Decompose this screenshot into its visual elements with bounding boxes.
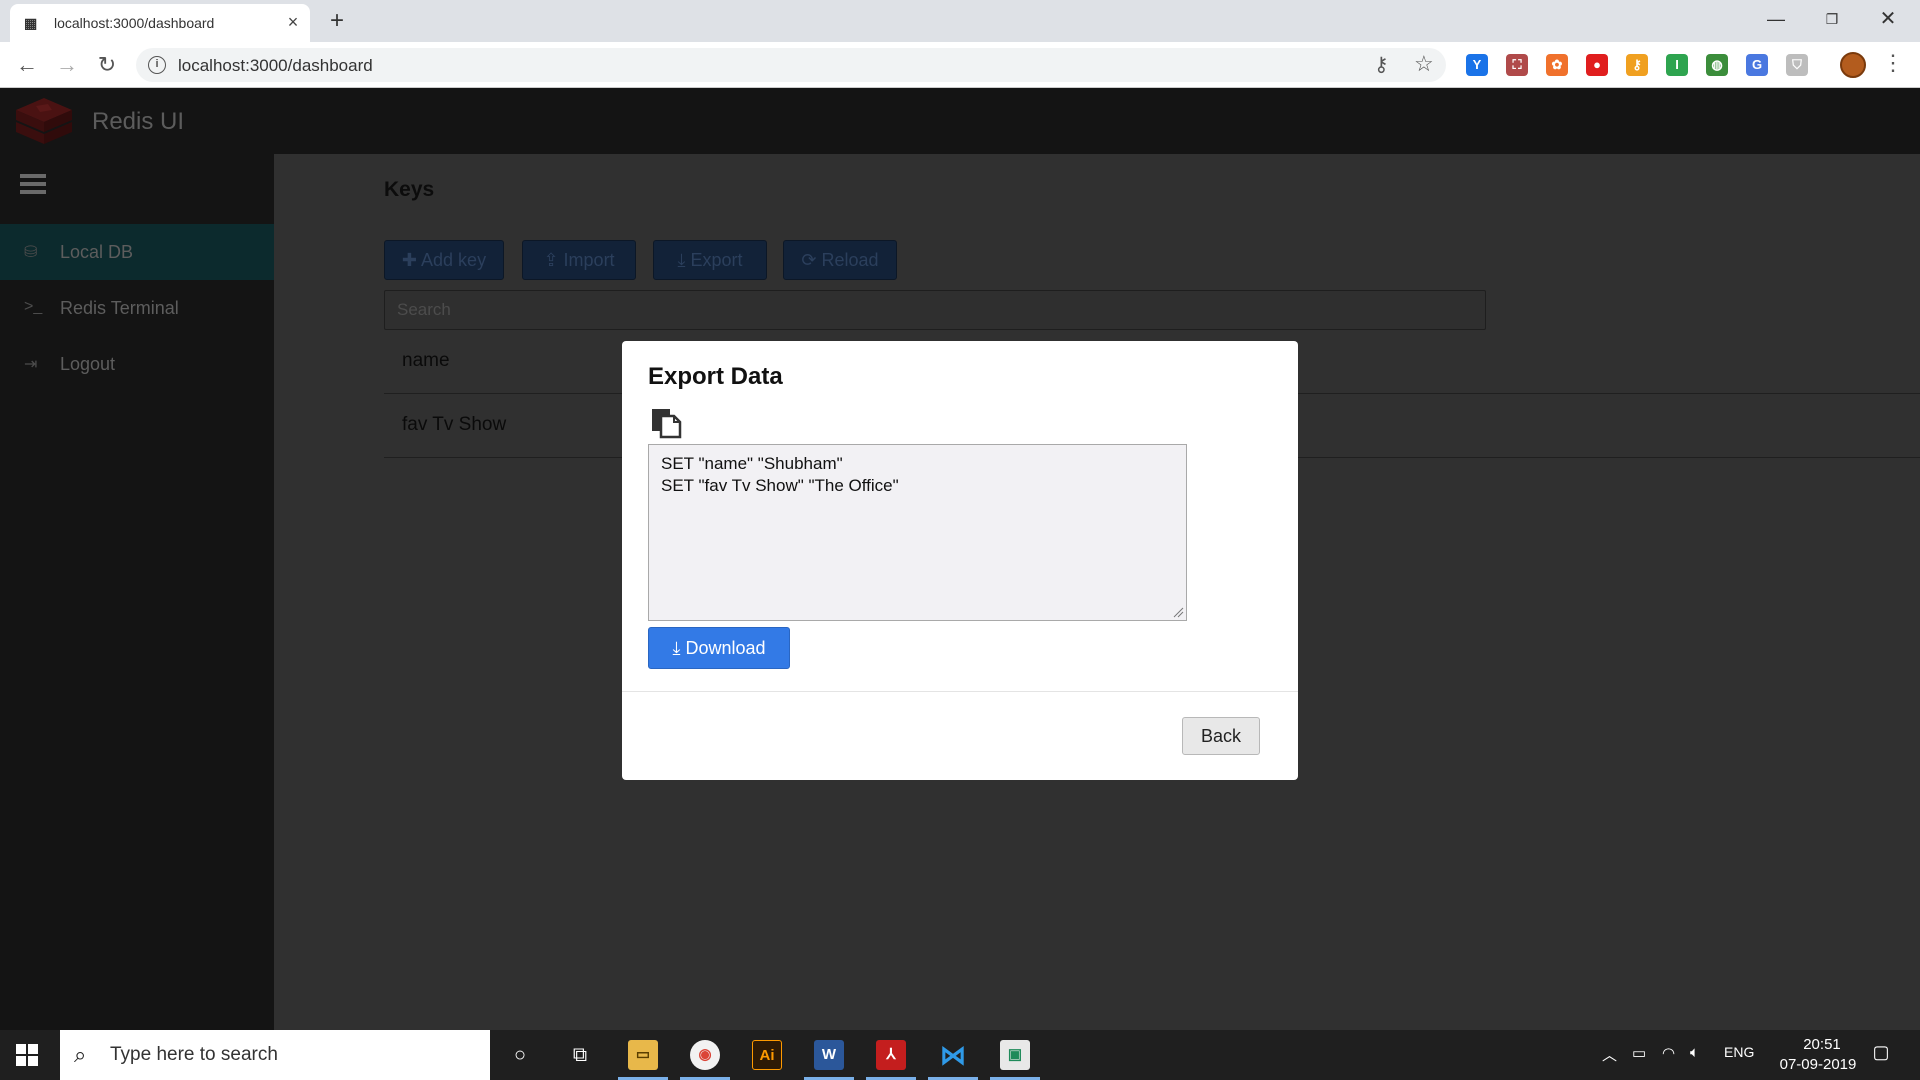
add-key-label: Add key [421,250,487,270]
browser-tab-strip: ▦ localhost:3000/dashboard × + — ❐ ✕ [0,0,1920,42]
redis-logo-icon [16,98,72,144]
word-icon[interactable]: W [814,1040,844,1070]
windows-taskbar: ⌕ Type here to search ○ ⧉ ▭ ◉ Ai W ⅄ ⋈ ▣… [0,1030,1920,1080]
file-explorer-icon[interactable]: ▭ [628,1040,658,1070]
extension-y-icon[interactable]: Y [1466,54,1488,76]
wifi-icon[interactable]: ◠ [1662,1044,1675,1062]
tab-close-icon[interactable]: × [282,11,304,33]
acrobat-icon[interactable]: ⅄ [876,1040,906,1070]
reload-label: Reload [821,250,879,270]
volume-icon[interactable]: 🔈︎ [1690,1044,1699,1061]
url-text[interactable]: localhost:3000/dashboard [178,56,373,76]
extension-orange-icon[interactable]: ✿ [1546,54,1568,76]
profile-avatar[interactable] [1840,52,1866,78]
resize-grip-icon[interactable] [1172,606,1184,618]
copy-clipboard-icon[interactable] [650,407,682,439]
sidebar-item-label: Logout [60,354,116,374]
extension-red-icon[interactable]: ● [1586,54,1608,76]
export-label: Export [690,250,743,270]
task-view-icon[interactable]: ⧉ [560,1038,600,1072]
logout-icon: ⇥ [24,356,38,373]
browser-toolbar: ← → ↻ i localhost:3000/dashboard ⚷ ☆ ⋮ Y… [0,42,1920,88]
minimize-window-button[interactable]: — [1748,0,1804,38]
terminal-icon: >_ [24,298,43,315]
download-icon: ⤓ [672,638,681,658]
forward-arrow-icon[interactable]: → [52,50,82,80]
export-button[interactable]: ⤓ Export [653,240,767,280]
password-key-icon[interactable]: ⚷ [1374,52,1389,77]
address-bar[interactable]: i localhost:3000/dashboard ⚷ ☆ [136,48,1446,82]
sidebar-item-logout[interactable]: ⇥ Logout [0,336,274,392]
browser-menu-icon[interactable]: ⋮ [1882,50,1904,76]
upload-icon: ⇪ [543,250,559,270]
search-icon: ⌕ [74,1042,87,1067]
bookmark-star-icon[interactable]: ☆ [1414,51,1434,77]
language-indicator[interactable]: ENG [1724,1044,1754,1060]
add-key-button[interactable]: ✚ Add key [384,240,504,280]
restore-window-button[interactable]: ❐ [1804,0,1860,38]
vscode-icon[interactable]: ⋈ [938,1040,968,1070]
battery-icon[interactable]: ▭ [1632,1044,1646,1062]
tab-title: localhost:3000/dashboard [54,15,215,31]
extension-shield-icon[interactable]: ⛉ [1786,54,1808,76]
clock-time[interactable]: 20:51 [1790,1036,1854,1053]
illustrator-icon[interactable]: Ai [752,1040,782,1070]
reload-button[interactable]: ⟳ Reload [783,240,897,280]
clock-date[interactable]: 07-09-2019 [1768,1056,1868,1073]
browser-tab[interactable]: ▦ localhost:3000/dashboard × [10,4,310,42]
hamburger-menu-icon[interactable] [20,174,46,194]
taskbar-search-box[interactable]: ⌕ Type here to search [60,1030,490,1080]
notification-icon[interactable]: ▢ [1868,1042,1894,1068]
refresh-icon: ⟳ [801,250,817,270]
download-button[interactable]: ⤓ Download [648,627,790,669]
taskbar-search-placeholder: Type here to search [110,1044,278,1065]
back-button[interactable]: Back [1182,717,1260,755]
extension-green-icon[interactable]: I [1666,54,1688,76]
sidebar: ⛁ Local DB >_ Redis Terminal ⇥ Logout [0,154,274,1030]
export-data-modal: Export Data SET "name" "Shubham" SET "fa… [622,341,1298,780]
new-tab-button[interactable]: + [322,8,352,34]
sidebar-item-label: Local DB [60,242,134,262]
extension-pdf-icon[interactable]: ⛶ [1506,54,1528,76]
tab-favicon-icon: ▦ [24,15,38,31]
plus-icon: ✚ [401,250,418,270]
close-window-button[interactable]: ✕ [1860,0,1916,38]
chrome-icon[interactable]: ◉ [690,1040,720,1070]
back-arrow-icon[interactable]: ← [12,50,42,80]
cortana-icon[interactable]: ○ [500,1038,540,1072]
key-name: name [402,350,450,371]
extension-translate-icon[interactable]: G [1746,54,1768,76]
extension-key-icon[interactable]: ⚷ [1626,54,1648,76]
page-title: Keys [384,178,435,201]
sidebar-item-label: Redis Terminal [60,298,179,318]
reload-page-icon[interactable]: ↻ [92,50,122,80]
download-icon: ⤓ [677,250,686,270]
export-textarea[interactable]: SET "name" "Shubham" SET "fav Tv Show" "… [648,444,1187,621]
modal-title: Export Data [648,363,783,390]
app-header: Redis UI [0,88,1920,154]
site-info-icon[interactable]: i [148,56,166,74]
download-label: Download [685,638,766,658]
sidebar-item-local-db[interactable]: ⛁ Local DB [0,224,274,280]
extension-globe-icon[interactable]: ◍ [1706,54,1728,76]
windows-start-icon[interactable] [16,1044,38,1066]
sidebar-item-redis-terminal[interactable]: >_ Redis Terminal [0,280,274,336]
app-window-icon[interactable]: ▣ [1000,1040,1030,1070]
import-button[interactable]: ⇪ Import [522,240,636,280]
app-title: Redis UI [92,108,185,135]
database-icon: ⛁ [24,244,38,261]
modal-divider [622,691,1298,692]
import-label: Import [563,250,615,270]
show-hidden-icons-icon[interactable]: ︿ [1602,1044,1617,1065]
search-input[interactable]: Search [384,290,1486,330]
key-name: fav Tv Show [402,414,507,435]
